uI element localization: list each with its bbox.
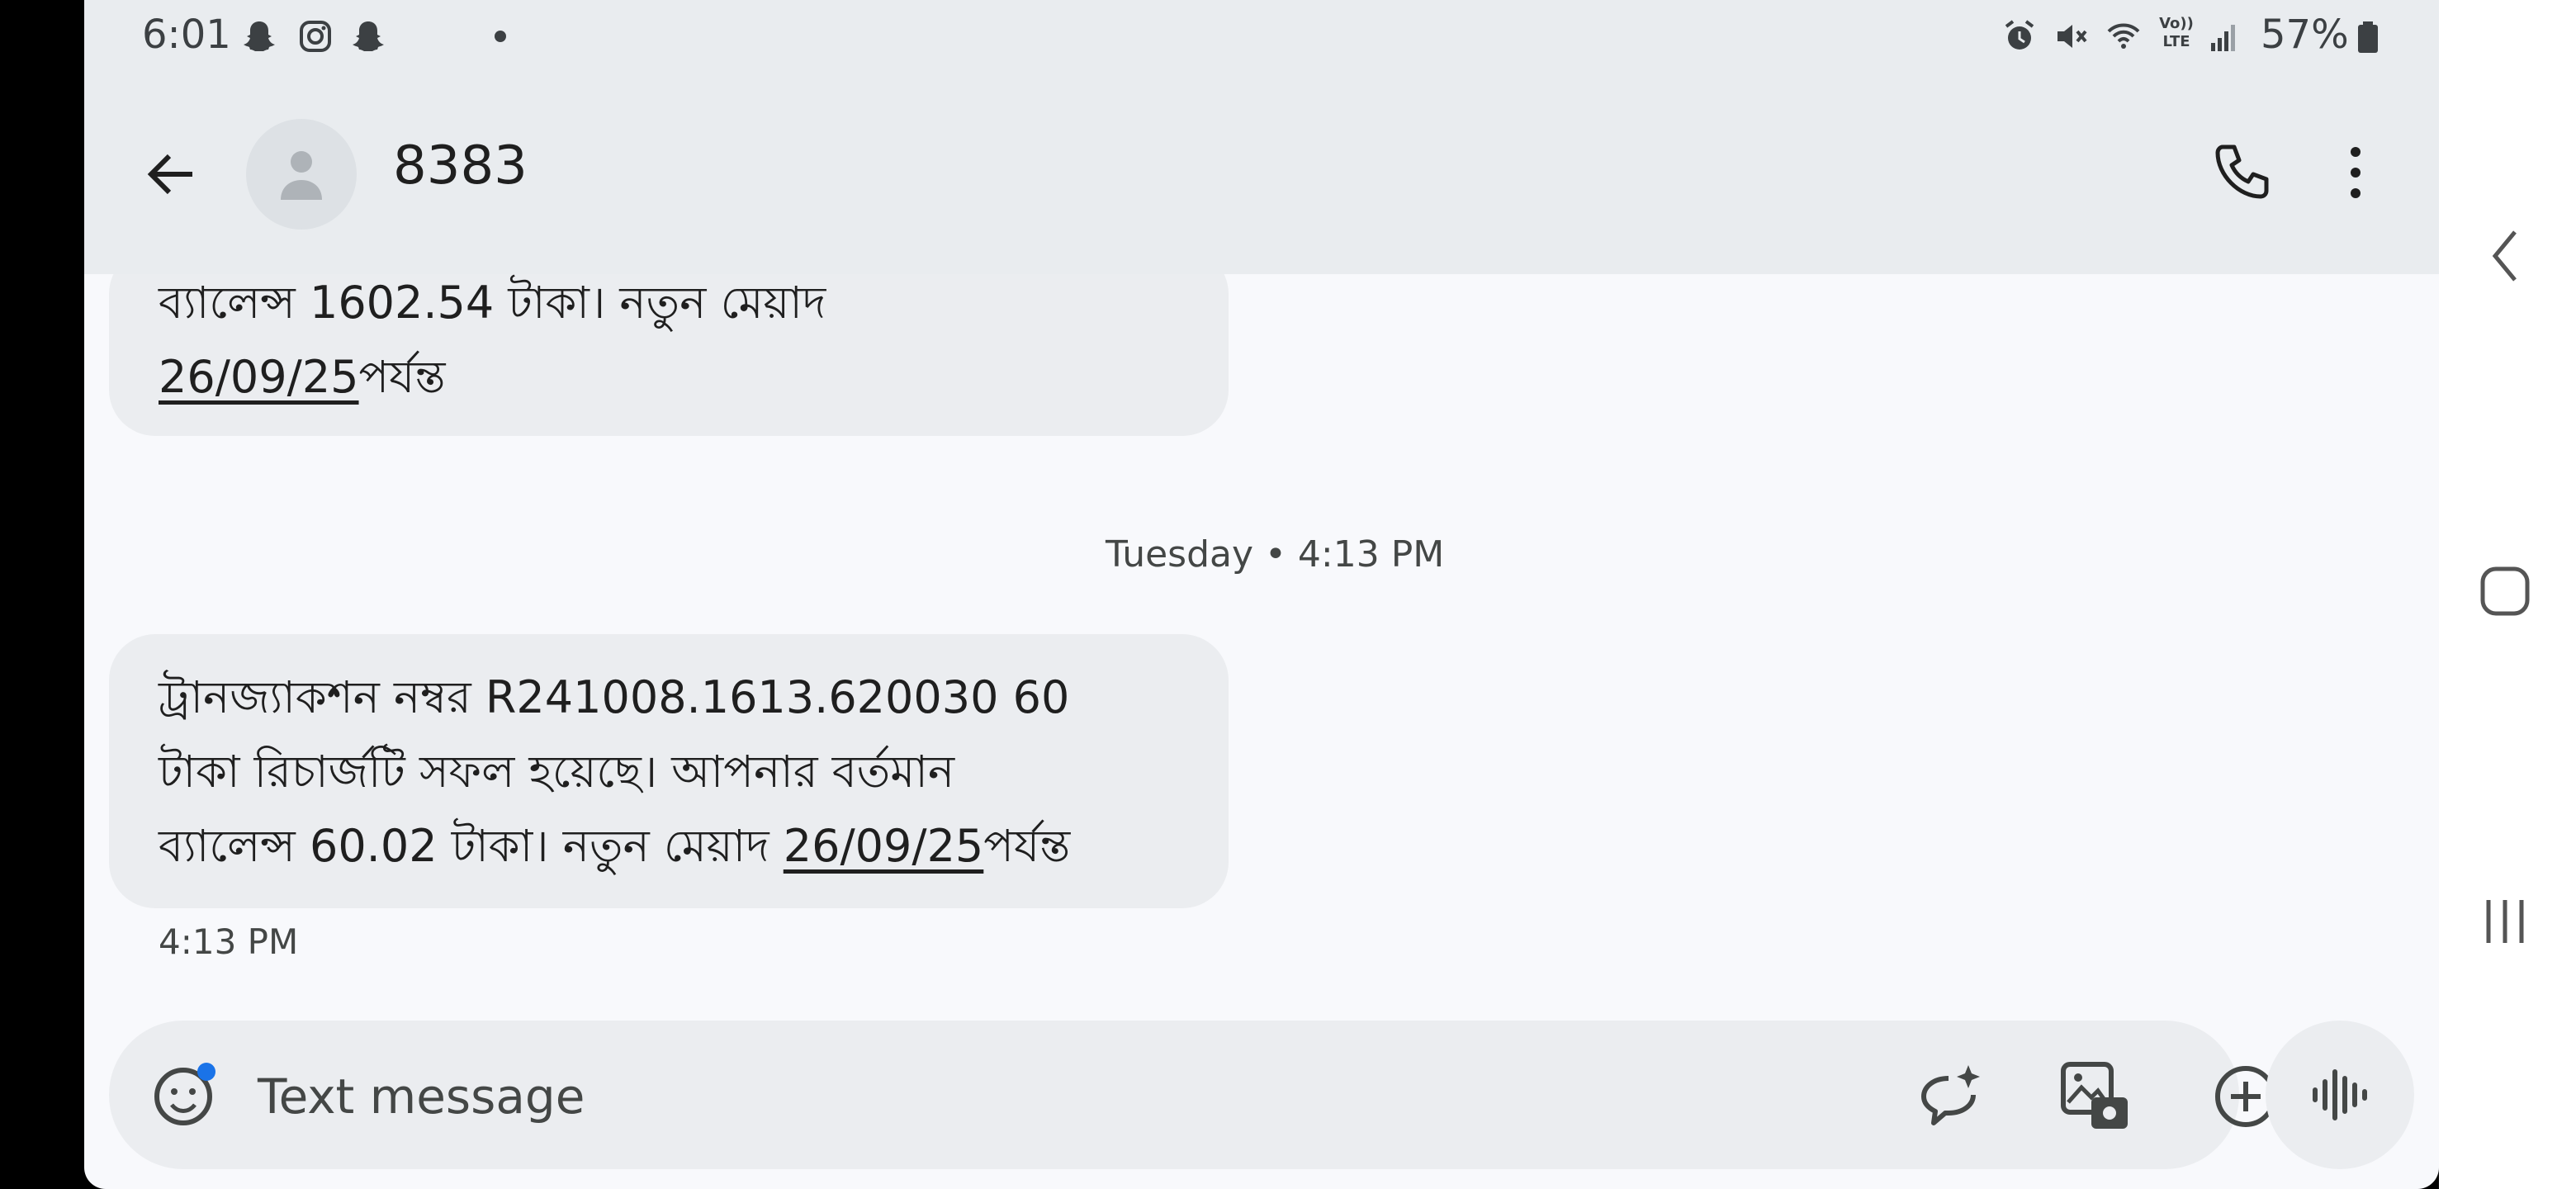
message-text-line: ব্যালেন্স 1602.54 টাকা। নতুন মেয়াদ	[159, 277, 826, 329]
conversation-header: 8383	[84, 71, 2439, 274]
emoji-button[interactable]	[145, 1055, 225, 1135]
message-bubble-2[interactable]: ট্রানজ্যাকশন নম্বর R241008.1613.620030 6…	[109, 634, 1229, 908]
snapchat-icon	[353, 21, 384, 51]
more-options-button[interactable]	[2322, 129, 2389, 216]
more-vert-icon	[2351, 147, 2361, 198]
gallery-icon	[2061, 1062, 2128, 1129]
notification-dot	[495, 31, 506, 42]
top-app-bar: 6:01 Vo)) LTE 57% 8383	[84, 0, 2439, 274]
emoji-icon	[154, 1063, 215, 1125]
message-text-line: 26/09/25পর্যন্ত	[159, 351, 446, 403]
snapchat-icon	[244, 21, 275, 51]
message-bubble-1[interactable]: ব্যালেন্স 1602.54 টাকা। নতুন মেয়াদ 26/0…	[109, 248, 1229, 436]
battery-percentage: 57%	[2261, 12, 2349, 58]
alarm-icon	[2005, 20, 2034, 50]
avatar[interactable]	[246, 119, 357, 230]
ai-suggest-button[interactable]	[1909, 1055, 1991, 1138]
nav-home-button[interactable]	[2472, 558, 2538, 624]
date-link[interactable]: 26/09/25	[159, 351, 359, 403]
voice-icon	[2313, 1069, 2367, 1120]
call-button[interactable]	[2198, 129, 2285, 216]
message-text-line: ব্যালেন্স 60.02 টাকা। নতুন মেয়াদ 26/09/…	[159, 820, 1071, 872]
battery-icon	[2358, 21, 2378, 53]
mute-icon	[2057, 25, 2087, 48]
nav-recents-button[interactable]	[2472, 888, 2538, 955]
date-link[interactable]: 26/09/25	[784, 820, 984, 872]
nav-home-icon	[2480, 566, 2530, 616]
messages-app: ব্যালেন্স 1602.54 টাকা। নতুন মেয়াদ 26/0…	[84, 0, 2439, 1189]
nav-recents-icon	[2486, 900, 2524, 943]
status-bar: 6:01 Vo)) LTE 57%	[84, 0, 2439, 71]
volte-icon: Vo)) LTE	[2159, 15, 2194, 50]
phone-icon	[2215, 144, 2269, 199]
ai-suggest-icon	[1921, 1065, 1980, 1125]
gallery-button[interactable]	[2054, 1055, 2137, 1138]
nav-back-button[interactable]	[2472, 223, 2538, 289]
nav-back-icon	[2492, 230, 2517, 282]
person-icon	[281, 151, 322, 200]
back-button[interactable]	[134, 137, 208, 211]
message-timestamp: 4:13 PM	[159, 921, 299, 962]
date-separator: Tuesday • 4:13 PM	[1106, 533, 1445, 576]
text-message-input[interactable]: Text message	[258, 1068, 585, 1125]
contact-name[interactable]: 8383	[393, 135, 528, 197]
voice-message-button[interactable]	[2266, 1021, 2414, 1169]
message-text-line: ট্রানজ্যাকশন নম্বর R241008.1613.620030 6…	[159, 671, 1070, 723]
message-composer: Text message	[109, 1021, 2276, 1169]
arrow-back-icon	[147, 154, 192, 195]
navigation-bar	[2439, 0, 2576, 1189]
signal-icon	[2211, 25, 2235, 51]
wifi-icon	[2107, 23, 2140, 49]
instagram-icon	[300, 21, 331, 52]
message-text-line: টাকা রিচার্জটি সফল হয়েছে। আপনার বর্তমান	[159, 746, 955, 798]
status-time: 6:01	[142, 12, 231, 58]
